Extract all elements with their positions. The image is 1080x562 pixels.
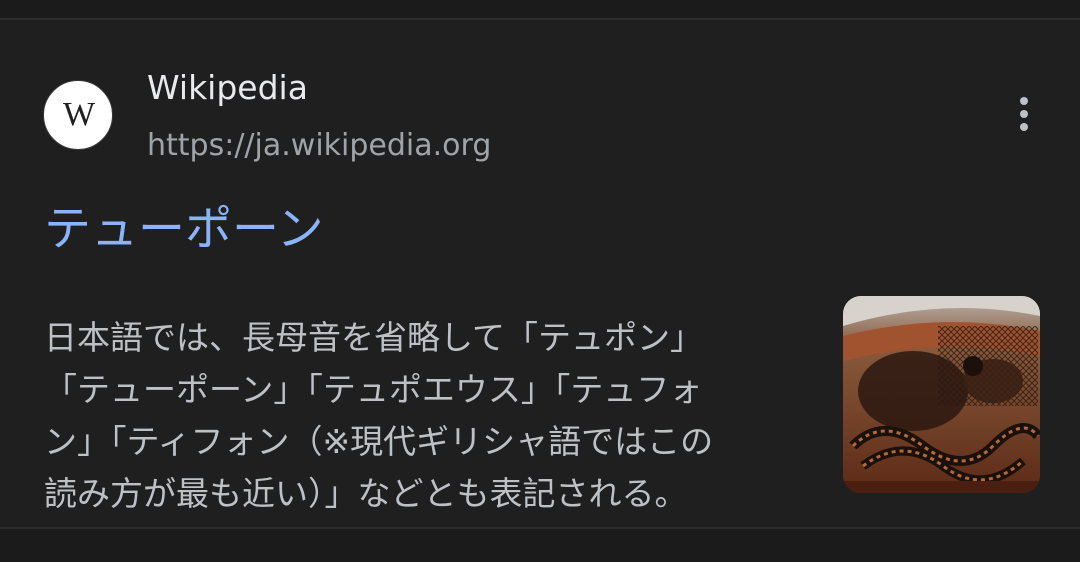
- greek-vase-image: [843, 296, 1040, 493]
- wikipedia-favicon-icon[interactable]: W: [43, 80, 113, 150]
- more-options-button[interactable]: [1004, 94, 1044, 134]
- search-result-card: W Wikipedia https://ja.wikipedia.org テュー…: [0, 20, 1080, 527]
- result-title-link[interactable]: テューポーン: [44, 198, 324, 262]
- site-name[interactable]: Wikipedia: [147, 66, 308, 110]
- snippet-line: ン」「ティフォン（※現代ギリシャ語ではこの: [44, 422, 714, 461]
- top-divider: [0, 0, 1080, 20]
- bottom-divider: [0, 527, 1080, 562]
- more-vert-icon: [1020, 97, 1028, 105]
- result-thumbnail[interactable]: [843, 296, 1040, 493]
- favicon-letter: W: [62, 96, 95, 133]
- site-url[interactable]: https://ja.wikipedia.org: [147, 124, 491, 168]
- snippet-line: 読み方が最も近い）」などとも表記される。: [44, 474, 688, 513]
- snippet-line: 「テューポーン」「テュポエウス」「テュフォ: [44, 370, 703, 409]
- result-snippet: 日本語では、長母音を省略して「テュポン」 「テューポーン」「テュポエウス」「テュ…: [44, 312, 814, 520]
- snippet-line: 日本語では、長母音を省略して「テュポン」: [44, 318, 704, 357]
